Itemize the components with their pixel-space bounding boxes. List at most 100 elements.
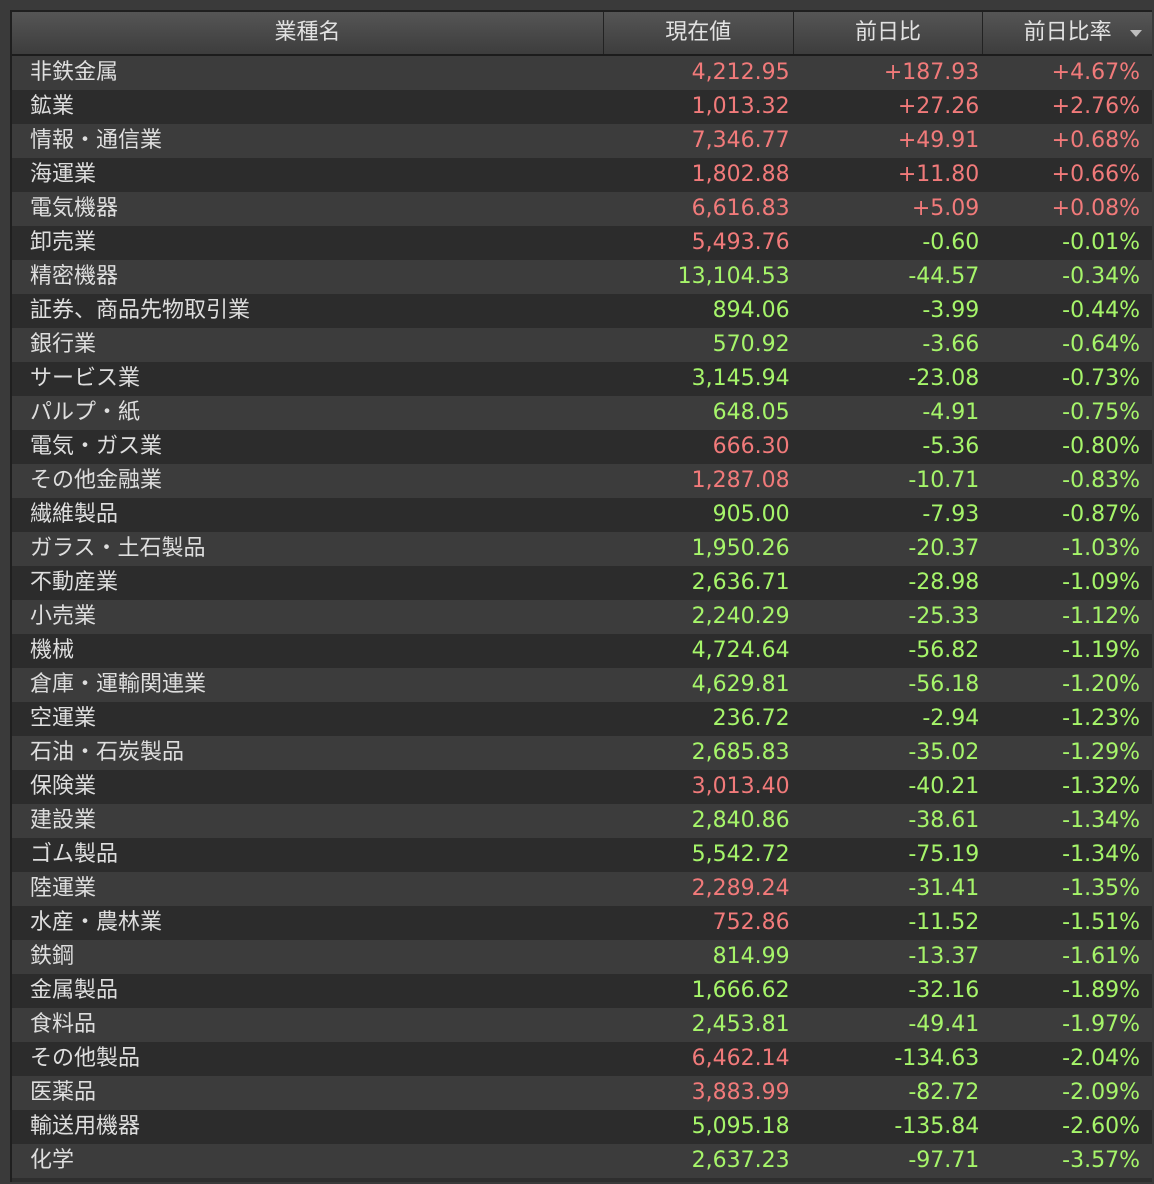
- price-value: 2,289.24: [691, 876, 790, 901]
- change-pct-value: -0.83%: [1062, 468, 1140, 493]
- change-pct-value: -0.44%: [1062, 298, 1140, 323]
- change-pct-value: -3.57%: [1062, 1148, 1140, 1173]
- change-pct-value: +0.68%: [1051, 128, 1140, 153]
- column-header-change-pct[interactable]: 前日比率: [983, 12, 1152, 54]
- sector-name: 卸売業: [30, 230, 97, 255]
- sector-name: 水産・農林業: [30, 910, 163, 935]
- sector-name: 石油・石炭製品: [30, 740, 185, 765]
- table-row[interactable]: 繊維製品 905.00 -7.93 -0.87%: [12, 498, 1152, 532]
- change-pct-value: -1.03%: [1062, 536, 1140, 561]
- sector-name: 医薬品: [30, 1080, 97, 1105]
- table-row[interactable]: 銀行業 570.92 -3.66 -0.64%: [12, 328, 1152, 362]
- table-row[interactable]: 輸送用機器 5,095.18 -135.84 -2.60%: [12, 1110, 1152, 1144]
- table-row[interactable]: 卸売業 5,493.76 -0.60 -0.01%: [12, 226, 1152, 260]
- price-value: 4,629.81: [691, 672, 790, 697]
- column-header-change-pct-label: 前日比率: [1023, 20, 1112, 45]
- change-pct-value: -1.29%: [1062, 740, 1140, 765]
- table-row[interactable]: 精密機器 13,104.53 -44.57 -0.34%: [12, 260, 1152, 294]
- table-row[interactable]: ゴム製品 5,542.72 -75.19 -1.34%: [12, 838, 1152, 872]
- sort-descending-icon[interactable]: [1130, 30, 1142, 37]
- table-row[interactable]: 空運業 236.72 -2.94 -1.23%: [12, 702, 1152, 736]
- table-row[interactable]: 小売業 2,240.29 -25.33 -1.12%: [12, 600, 1152, 634]
- price-value: 4,212.95: [691, 60, 790, 85]
- sector-name: 建設業: [30, 808, 97, 833]
- sector-name: 鉱業: [30, 94, 75, 119]
- change-pct-value: -0.87%: [1062, 502, 1140, 527]
- change-pct-value: -1.34%: [1062, 808, 1140, 833]
- table-body: 非鉄金属 4,212.95 +187.93 +4.67% 鉱業 1,013.32 +27.2…: [12, 56, 1152, 1178]
- table-row[interactable]: 医薬品 3,883.99 -82.72 -2.09%: [12, 1076, 1152, 1110]
- table-row[interactable]: 証券、商品先物取引業 894.06 -3.99 -0.44%: [12, 294, 1152, 328]
- price-value: 1,802.88: [691, 162, 790, 187]
- table-header: 業種名 現在値 前日比 前日比率: [12, 12, 1152, 56]
- change-value: -44.57: [908, 264, 980, 289]
- change-pct-value: -2.09%: [1062, 1080, 1140, 1105]
- price-value: 3,013.40: [691, 774, 790, 799]
- sector-name: 食料品: [30, 1012, 97, 1037]
- table-row[interactable]: 保険業 3,013.40 -40.21 -1.32%: [12, 770, 1152, 804]
- table-row[interactable]: ガラス・土石製品 1,950.26 -20.37 -1.03%: [12, 532, 1152, 566]
- price-value: 894.06: [712, 298, 790, 323]
- price-value: 570.92: [712, 332, 790, 357]
- price-value: 2,840.86: [691, 808, 790, 833]
- change-pct-value: -1.51%: [1062, 910, 1140, 935]
- change-pct-value: +0.66%: [1051, 162, 1140, 187]
- table-row[interactable]: その他製品 6,462.14 -134.63 -2.04%: [12, 1042, 1152, 1076]
- table-row[interactable]: パルプ・紙 648.05 -4.91 -0.75%: [12, 396, 1152, 430]
- table-row[interactable]: 倉庫・運輸関連業 4,629.81 -56.18 -1.20%: [12, 668, 1152, 702]
- price-value: 13,104.53: [677, 264, 790, 289]
- change-value: -11.52: [908, 910, 980, 935]
- table-row[interactable]: 非鉄金属 4,212.95 +187.93 +4.67%: [12, 56, 1152, 90]
- table-row[interactable]: 情報・通信業 7,346.77 +49.91 +0.68%: [12, 124, 1152, 158]
- change-pct-value: -2.04%: [1062, 1046, 1140, 1071]
- change-pct-value: -0.64%: [1062, 332, 1140, 357]
- change-value: -7.93: [922, 502, 980, 527]
- change-pct-value: -0.34%: [1062, 264, 1140, 289]
- table-row[interactable]: 電気・ガス業 666.30 -5.36 -0.80%: [12, 430, 1152, 464]
- sector-name: 小売業: [30, 604, 97, 629]
- table-row[interactable]: 鉱業 1,013.32 +27.26 +2.76%: [12, 90, 1152, 124]
- column-header-price[interactable]: 現在値: [604, 12, 794, 54]
- table-row[interactable]: その他金融業 1,287.08 -10.71 -0.83%: [12, 464, 1152, 498]
- price-value: 5,095.18: [691, 1114, 790, 1139]
- table-row[interactable]: 食料品 2,453.81 -49.41 -1.97%: [12, 1008, 1152, 1042]
- table-row[interactable]: 化学 2,637.23 -97.71 -3.57%: [12, 1144, 1152, 1178]
- table-row[interactable]: 水産・農林業 752.86 -11.52 -1.51%: [12, 906, 1152, 940]
- sector-name: 倉庫・運輸関連業: [30, 672, 207, 697]
- change-pct-value: -0.80%: [1062, 434, 1140, 459]
- change-value: -40.21: [908, 774, 980, 799]
- table-row[interactable]: サービス業 3,145.94 -23.08 -0.73%: [12, 362, 1152, 396]
- change-value: +11.80: [897, 162, 980, 187]
- change-value: -56.82: [908, 638, 980, 663]
- column-header-name[interactable]: 業種名: [12, 12, 604, 54]
- change-value: -10.71: [908, 468, 980, 493]
- change-pct-value: -2.60%: [1062, 1114, 1140, 1139]
- sector-name: パルプ・紙: [30, 400, 141, 425]
- table-row[interactable]: 石油・石炭製品 2,685.83 -35.02 -1.29%: [12, 736, 1152, 770]
- sector-name: 海運業: [30, 162, 97, 187]
- change-value: -13.37: [908, 944, 980, 969]
- table-row[interactable]: 建設業 2,840.86 -38.61 -1.34%: [12, 804, 1152, 838]
- sector-name: 銀行業: [30, 332, 97, 357]
- sector-name: 電気・ガス業: [30, 434, 163, 459]
- price-value: 5,542.72: [691, 842, 790, 867]
- table-row[interactable]: 金属製品 1,666.62 -32.16 -1.89%: [12, 974, 1152, 1008]
- change-value: -134.63: [894, 1046, 980, 1071]
- change-pct-value: -1.34%: [1062, 842, 1140, 867]
- price-value: 1,666.62: [691, 978, 790, 1003]
- table-row[interactable]: 不動産業 2,636.71 -28.98 -1.09%: [12, 566, 1152, 600]
- price-value: 1,287.08: [691, 468, 790, 493]
- sector-name: その他金融業: [30, 468, 163, 493]
- change-pct-value: -1.35%: [1062, 876, 1140, 901]
- table-row[interactable]: 鉄鋼 814.99 -13.37 -1.61%: [12, 940, 1152, 974]
- sector-name: サービス業: [30, 366, 141, 391]
- table-row[interactable]: 電気機器 6,616.83 +5.09 +0.08%: [12, 192, 1152, 226]
- change-value: -4.91: [922, 400, 980, 425]
- table-row[interactable]: 機械 4,724.64 -56.82 -1.19%: [12, 634, 1152, 668]
- sector-name: 繊維製品: [30, 502, 119, 527]
- change-value: -5.36: [922, 434, 980, 459]
- table-row[interactable]: 陸運業 2,289.24 -31.41 -1.35%: [12, 872, 1152, 906]
- column-header-change[interactable]: 前日比: [794, 12, 984, 54]
- table-row[interactable]: 海運業 1,802.88 +11.80 +0.66%: [12, 158, 1152, 192]
- sector-name: 化学: [30, 1148, 75, 1173]
